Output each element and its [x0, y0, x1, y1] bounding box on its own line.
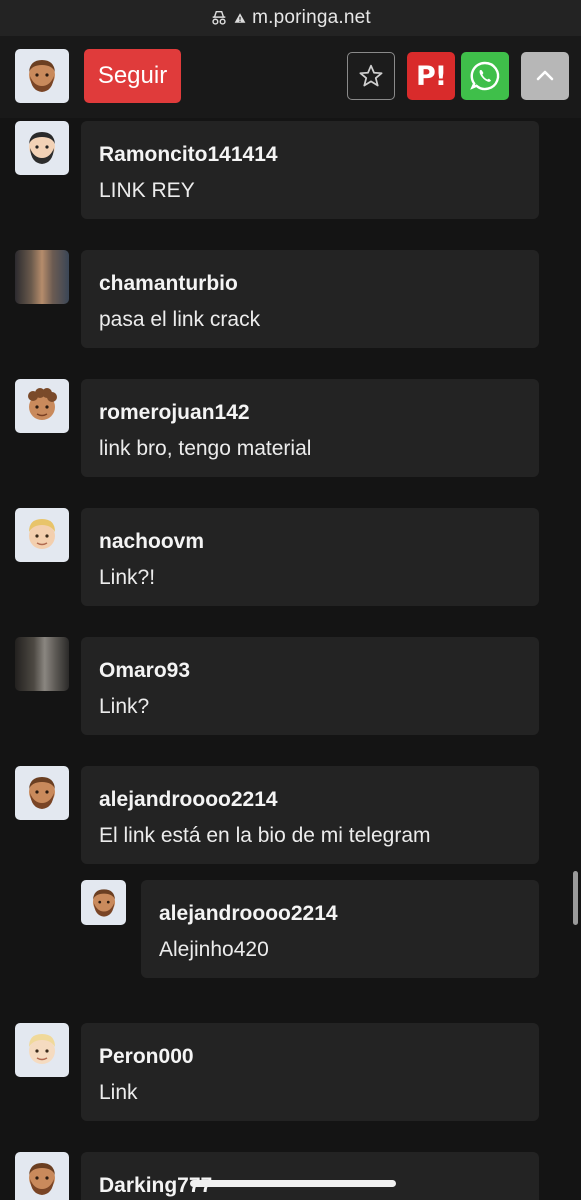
- comment-avatar[interactable]: [15, 121, 69, 175]
- comment-card: romerojuan142 link bro, tengo material: [81, 379, 539, 477]
- comment-avatar-photo[interactable]: [15, 637, 69, 691]
- profile-header: Seguir P!: [0, 36, 581, 118]
- reply-avatar[interactable]: [81, 880, 126, 925]
- comment-username[interactable]: Peron000: [99, 1045, 194, 1069]
- comment-avatar[interactable]: [15, 1023, 69, 1077]
- bearded-man-emoji-icon: [29, 132, 55, 164]
- scroll-top-button[interactable]: [521, 52, 569, 100]
- man-curly-hair-emoji-icon: [28, 388, 57, 420]
- follow-button[interactable]: Seguir: [84, 49, 181, 103]
- bearded-man-emoji-icon: [29, 777, 55, 809]
- url-text: m.poringa.net: [252, 7, 371, 28]
- comment-avatar[interactable]: [15, 1152, 69, 1200]
- comment-username[interactable]: Ramoncito141414: [99, 143, 278, 167]
- star-icon: [359, 64, 383, 87]
- man-blond-emoji-icon: [29, 1034, 55, 1064]
- whatsapp-share-button[interactable]: [461, 52, 509, 100]
- comment-card: Peron000 Link: [81, 1023, 539, 1121]
- bearded-man-emoji-icon: [92, 888, 115, 917]
- comment-text: Link?: [99, 695, 150, 718]
- comment-text: pasa el link crack: [99, 308, 261, 331]
- chevron-up-icon: [536, 70, 554, 81]
- home-indicator[interactable]: [190, 1180, 396, 1187]
- warning-icon: [234, 13, 246, 23]
- reply-text: Alejinho420: [159, 938, 269, 961]
- profile-avatar[interactable]: [15, 49, 69, 103]
- comment-text: link bro, tengo material: [99, 437, 312, 460]
- bearded-man-emoji-icon: [29, 60, 55, 92]
- comment-avatar[interactable]: [15, 766, 69, 820]
- incognito-icon: [212, 10, 226, 25]
- whatsapp-icon: [470, 61, 500, 91]
- scroll-indicator[interactable]: [573, 871, 578, 925]
- comment-text: El link está en la bio de mi telegram: [99, 824, 431, 847]
- comment-username[interactable]: chamanturbio: [99, 272, 238, 296]
- comment-card: alejandroooo2214 El link está en la bio …: [81, 766, 539, 864]
- comment-username[interactable]: Omaro93: [99, 659, 190, 683]
- browser-url-bar[interactable]: m.poringa.net: [0, 0, 581, 36]
- favorite-button[interactable]: [347, 52, 395, 100]
- comment-text: Link: [99, 1081, 138, 1104]
- comment-avatar[interactable]: [15, 508, 69, 562]
- poringa-share-button[interactable]: P!: [407, 52, 455, 100]
- comment-text: LINK REY: [99, 179, 195, 202]
- comment-card: nachoovm Link?!: [81, 508, 539, 606]
- reply-username[interactable]: alejandroooo2214: [159, 902, 338, 926]
- comment-username[interactable]: nachoovm: [99, 530, 204, 554]
- comment-card: chamanturbio pasa el link crack: [81, 250, 539, 348]
- reply-card: alejandroooo2214 Alejinho420: [141, 880, 539, 978]
- bearded-man-emoji-icon: [29, 1163, 55, 1195]
- comment-avatar[interactable]: [15, 379, 69, 433]
- comment-avatar-photo[interactable]: [15, 250, 69, 304]
- comment-card: Darking777: [81, 1152, 539, 1200]
- man-blond-emoji-icon: [29, 519, 55, 549]
- comment-card: Omaro93 Link?: [81, 637, 539, 735]
- comment-text: Link?!: [99, 566, 156, 589]
- comment-username[interactable]: alejandroooo2214: [99, 788, 278, 812]
- comment-card: Ramoncito141414 LINK REY: [81, 121, 539, 219]
- poringa-logo-icon: P!: [415, 60, 447, 92]
- comment-username[interactable]: romerojuan142: [99, 401, 250, 425]
